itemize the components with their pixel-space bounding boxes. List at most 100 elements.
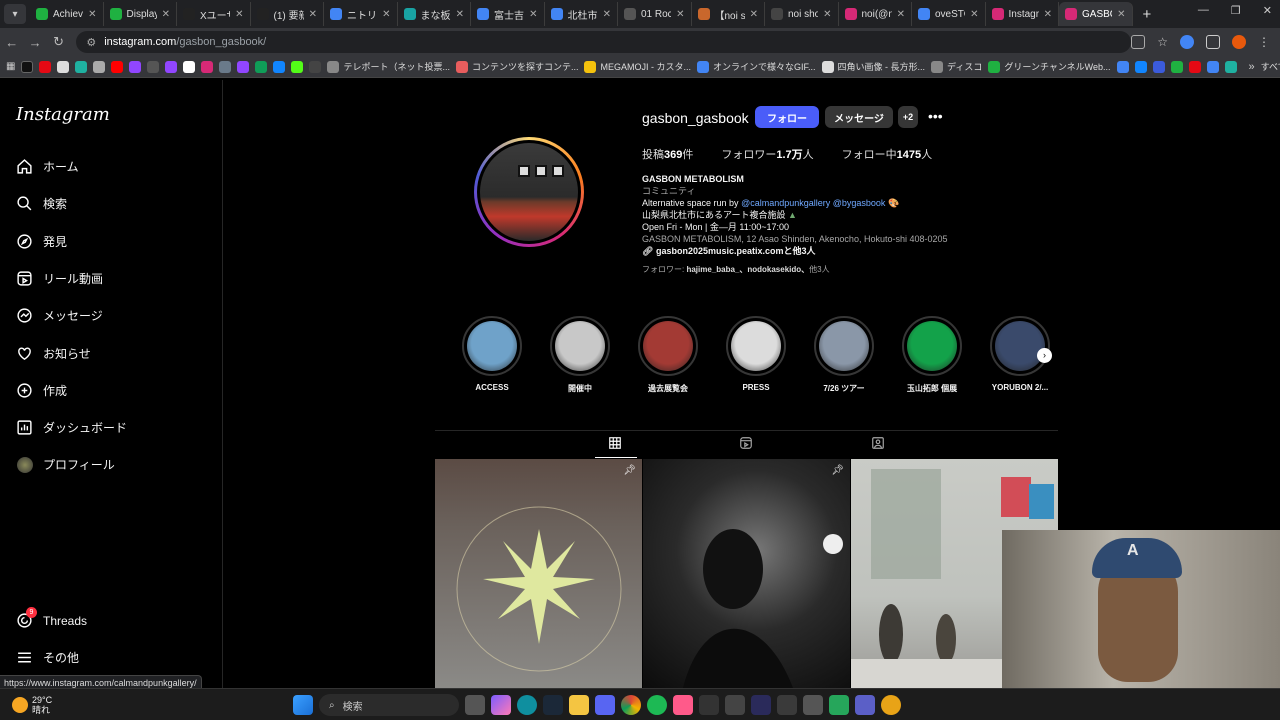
bookmark-item[interactable]: オンラインで様々なGIF... (697, 60, 816, 73)
close-tab-icon[interactable]: ✕ (382, 9, 390, 20)
close-tab-icon[interactable]: ✕ (162, 9, 170, 20)
close-tab-icon[interactable]: ✕ (529, 9, 537, 20)
story-highlight[interactable]: ACCESS (461, 316, 523, 392)
bookmark-icon[interactable] (1224, 60, 1237, 73)
close-tab-icon[interactable]: ✕ (676, 9, 684, 20)
sidebar-item-heart[interactable]: お知らせ (16, 345, 91, 362)
sidebar-item-compass[interactable]: 発見 (16, 233, 67, 250)
instagram-bookmark-icon[interactable] (201, 60, 214, 73)
weather-widget[interactable]: 29°C 晴れ (12, 695, 52, 715)
chrome-icon[interactable] (621, 695, 641, 715)
extension-icon[interactable] (1180, 35, 1194, 49)
browser-tab[interactable]: (1) 要新 ✕ (251, 2, 324, 26)
bio-address[interactable]: GASBON METABOLISM, 12 Asao Shinden, Aken… (642, 233, 972, 245)
bookmark-icon[interactable] (147, 60, 160, 73)
follow-button[interactable]: フォロー (755, 106, 819, 128)
app-icon[interactable] (699, 695, 719, 715)
browser-tab[interactable]: oveSTO ✕ (912, 2, 986, 26)
story-highlight[interactable]: 7/26 ツアー (813, 316, 875, 394)
tab-tagged[interactable] (870, 435, 886, 451)
instagram-logo[interactable]: Instagram (16, 104, 110, 125)
sidebar-item-plus[interactable]: 作成 (16, 382, 67, 399)
story-highlight[interactable]: PRESS (725, 316, 787, 392)
youtube-bookmark-icon[interactable] (111, 60, 124, 73)
taskbar-search-input[interactable]: ⌕ 検索 (319, 694, 459, 716)
following-count[interactable]: フォロー中1475人 (842, 146, 932, 162)
bookmark-item[interactable]: テレポート（ネット投票... (327, 60, 450, 73)
netflix-bookmark-icon[interactable] (39, 60, 52, 73)
sidebar-item-avatar[interactable]: プロフィール (16, 456, 115, 473)
sidebar-item-dashboard[interactable]: ダッシュボード (16, 419, 127, 436)
amazon-bookmark-icon[interactable] (183, 60, 196, 73)
close-tab-icon[interactable]: ✕ (897, 9, 905, 20)
close-window-button[interactable]: ✕ (1263, 4, 1272, 17)
highlights-next-button[interactable]: › (1037, 348, 1052, 363)
close-tab-icon[interactable]: ✕ (1117, 9, 1125, 20)
spotify-icon[interactable] (647, 695, 667, 715)
profile-avatar[interactable] (474, 137, 584, 247)
post-tile[interactable]: 📌︎ (643, 459, 850, 688)
install-app-icon[interactable] (1131, 35, 1146, 49)
browser-menu-icon[interactable]: ⋮ (1258, 35, 1270, 49)
story-highlight[interactable]: 玉山拓郎 個展 (901, 316, 963, 394)
close-tab-icon[interactable]: ✕ (1044, 9, 1052, 20)
followed-by[interactable]: フォロワー: hajime_baba_、nodokasekido、他3人 (642, 264, 972, 276)
app-icon[interactable] (881, 695, 901, 715)
bookmark-item[interactable]: MEGAMOJI - カスタ... (584, 60, 691, 73)
followers-count[interactable]: フォロワー1.7万人 (721, 146, 813, 162)
browser-tab[interactable]: 富士吉 ✕ (471, 2, 545, 26)
bookmark-icon[interactable] (1206, 60, 1219, 73)
close-tab-icon[interactable]: ✕ (235, 9, 243, 20)
back-button[interactable]: ← (0, 35, 23, 50)
browser-tab[interactable]: ニトリの ✕ (324, 2, 398, 26)
close-tab-icon[interactable]: ✕ (970, 9, 978, 20)
edge-icon[interactable] (517, 695, 537, 715)
url-input[interactable]: ⚙ instagram.com/gasbon_gasbook/ (76, 31, 1132, 53)
app-icon[interactable] (751, 695, 771, 715)
browser-tab[interactable]: 北杜市 ✕ (545, 2, 618, 26)
bookmark-icon[interactable] (1134, 60, 1147, 73)
sidebar-item-search[interactable]: 検索 (16, 195, 67, 212)
close-tab-icon[interactable]: ✕ (309, 9, 317, 20)
sheets-bookmark-icon[interactable] (255, 60, 268, 73)
steam-icon[interactable] (543, 695, 563, 715)
copilot-icon[interactable] (491, 695, 511, 715)
teams-icon[interactable] (855, 695, 875, 715)
app-icon[interactable] (777, 695, 797, 715)
sidebar-item-home[interactable]: ホーム (16, 158, 79, 175)
reload-button[interactable]: ↻ (47, 34, 70, 50)
bookmark-item[interactable]: グリーンチャンネルWeb... (988, 60, 1111, 73)
bluesky-bookmark-icon[interactable] (273, 60, 286, 73)
site-info-icon[interactable]: ⚙ (86, 36, 96, 49)
tab-reels[interactable] (738, 435, 754, 451)
browser-tab[interactable]: Xユーザ ✕ (177, 2, 251, 26)
sidebar-item-more[interactable]: その他 (16, 649, 79, 666)
post-tile[interactable]: 📌︎ (435, 459, 642, 688)
close-tab-icon[interactable]: ✕ (603, 9, 611, 20)
browser-tab[interactable]: GASBO ✕ (1059, 2, 1133, 26)
sidebar-item-threads[interactable]: 9 Threads (16, 607, 87, 629)
browser-tab[interactable]: noi(@n ✕ (839, 2, 912, 26)
sidebar-item-reels[interactable]: リール動画 (16, 270, 103, 287)
more-bookmarks-icon[interactable]: » (1249, 61, 1255, 73)
bookmark-icon[interactable] (93, 60, 106, 73)
bookmark-icon[interactable] (219, 60, 232, 73)
bookmark-item[interactable]: コンテンツを探すコンテ... (455, 60, 578, 73)
close-tab-icon[interactable]: ✕ (823, 9, 831, 20)
twitch-bookmark-icon[interactable] (237, 60, 250, 73)
windows-start-icon[interactable] (293, 695, 313, 715)
forward-button[interactable]: → (23, 35, 46, 50)
browser-tab[interactable]: 【noi sh ✕ (692, 2, 765, 26)
bookmark-icon[interactable] (1188, 60, 1201, 73)
discord-icon[interactable] (595, 695, 615, 715)
tab-search-button[interactable]: ▾ (4, 4, 26, 24)
browser-tab[interactable]: Instagr ✕ (986, 2, 1059, 26)
all-bookmarks-folder[interactable]: すべてのブックマーク (1261, 60, 1280, 73)
bookmark-icon[interactable] (1170, 60, 1183, 73)
twitch-bookmark-icon[interactable] (129, 60, 142, 73)
story-highlight[interactable]: 過去展覧会 (637, 316, 699, 394)
bookmark-icon[interactable] (309, 60, 322, 73)
kick-bookmark-icon[interactable] (291, 60, 304, 73)
mention-link[interactable]: @calmandpunkgallery (741, 198, 830, 208)
tab-posts[interactable] (607, 435, 623, 451)
